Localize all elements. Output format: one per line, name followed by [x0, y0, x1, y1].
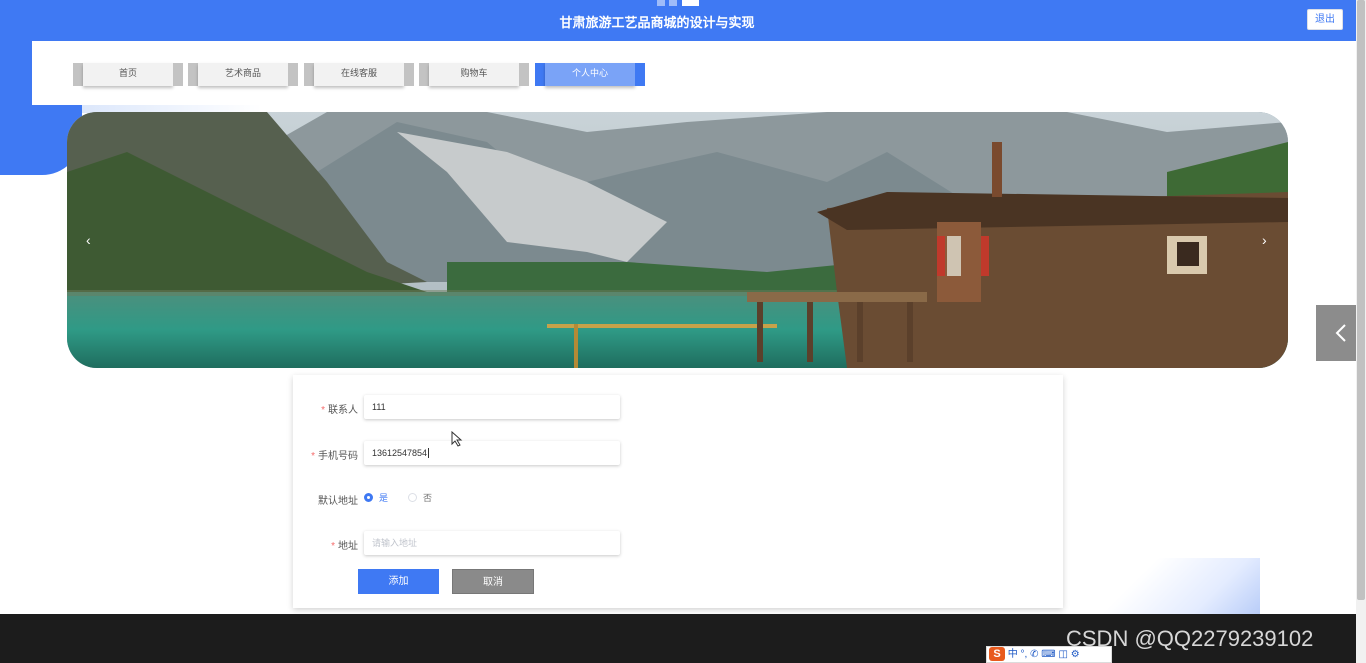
required-asterisk: *	[321, 405, 325, 416]
nav-cap	[304, 63, 314, 86]
phone-input[interactable]: 13612547854	[364, 441, 620, 465]
nav-item-label: 购物车	[429, 63, 519, 86]
cancel-button[interactable]: 取消	[452, 569, 534, 594]
nav-item-home[interactable]: 首页	[73, 63, 183, 86]
nav-cap	[173, 63, 183, 86]
contact-input[interactable]: 111	[364, 395, 620, 419]
nav-cap	[635, 63, 645, 86]
top-bar: 甘肃旅游工艺品商城的设计与实现 退出	[0, 0, 1356, 41]
chevron-left-icon	[1335, 324, 1346, 342]
nav-cap	[188, 63, 198, 86]
nav-item-online-service[interactable]: 在线客服	[304, 63, 414, 86]
nav-item-cart[interactable]: 购物车	[419, 63, 529, 86]
nav-cap	[519, 63, 529, 86]
nav-cap	[419, 63, 429, 86]
nav-cap	[535, 63, 545, 86]
phone-label: * 手机号码	[258, 447, 358, 462]
required-asterisk: *	[331, 541, 335, 552]
default-address-yes-radio[interactable]: 是	[364, 493, 388, 505]
carousel-prev-arrow[interactable]: ‹	[86, 232, 91, 248]
ime-toolbar-text: 中 °, ✆ ⌨ ◫ ⚙	[1007, 649, 1080, 660]
page-scrollbar-thumb[interactable]	[1357, 0, 1365, 600]
nav-cap	[404, 63, 414, 86]
carousel-next-arrow[interactable]: ›	[1262, 232, 1267, 248]
nav-cap	[288, 63, 298, 86]
address-label: * 地址	[258, 537, 358, 552]
site-title: 甘肃旅游工艺品商城的设计与实现	[559, 15, 755, 30]
contact-label: * 联系人	[258, 401, 358, 416]
carousel-dot[interactable]	[669, 0, 677, 6]
logout-button[interactable]: 退出	[1307, 9, 1343, 30]
radio-label: 否	[423, 493, 433, 503]
ime-toolbar[interactable]: S 中 °, ✆ ⌨ ◫ ⚙	[986, 646, 1112, 663]
nav-item-label: 首页	[83, 63, 173, 86]
decorative-gradient-block	[1090, 558, 1260, 614]
ime-logo-icon: S	[989, 647, 1005, 661]
text-caret	[428, 448, 430, 458]
default-address-label: 默认地址	[318, 496, 358, 507]
carousel-dot-active[interactable]	[682, 0, 699, 6]
address-input[interactable]: 请输入地址	[364, 531, 620, 555]
add-button[interactable]: 添加	[358, 569, 439, 594]
banner-landscape-image	[67, 112, 1288, 368]
nav-item-personal-center[interactable]: 个人中心	[535, 63, 645, 86]
nav-item-label: 艺术商品	[198, 63, 288, 86]
nav-item-label: 个人中心	[545, 63, 635, 86]
required-asterisk: *	[311, 451, 315, 462]
mouse-cursor-icon	[451, 431, 463, 447]
radio-label: 是	[379, 493, 389, 503]
phone-input-value: 13612547854	[372, 448, 428, 458]
radio-ring	[364, 493, 373, 503]
contact-label-text: 联系人	[328, 405, 358, 416]
nav-cap	[73, 63, 83, 86]
nav-item-art-products[interactable]: 艺术商品	[188, 63, 298, 86]
address-label-text: 地址	[338, 541, 358, 552]
carousel-dot[interactable]	[657, 0, 665, 6]
phone-label-text: 手机号码	[318, 451, 358, 462]
banner-carousel	[67, 112, 1288, 368]
radio-ring	[408, 493, 417, 503]
default-address-no-radio[interactable]: 否	[408, 493, 432, 505]
nav-item-label: 在线客服	[314, 63, 404, 86]
